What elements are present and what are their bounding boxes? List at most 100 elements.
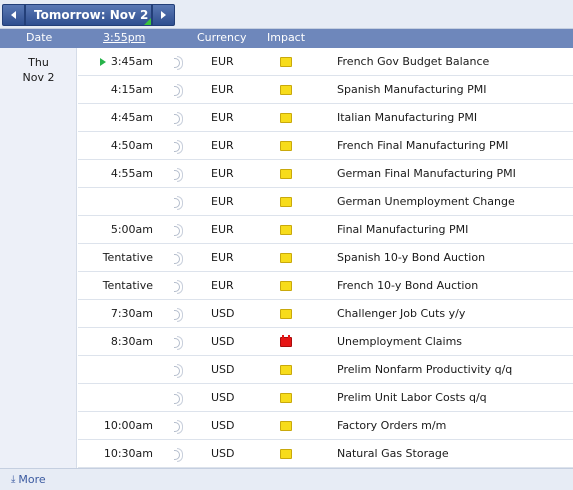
low-impact-folder-icon <box>280 169 292 179</box>
table-row[interactable]: 8:30am USD Unemployment Claims <box>78 328 573 356</box>
sound-icon[interactable] <box>174 84 184 98</box>
event-currency: USD <box>211 447 235 460</box>
sound-icon[interactable] <box>174 112 184 126</box>
event-currency: EUR <box>211 139 234 152</box>
impact-cell[interactable] <box>280 421 292 431</box>
event-title[interactable]: Unemployment Claims <box>337 335 462 348</box>
table-row[interactable]: Tentative EUR French 10-y Bond Auction <box>78 272 573 300</box>
sound-icon[interactable] <box>174 140 184 154</box>
event-title[interactable]: Prelim Unit Labor Costs q/q <box>337 391 487 404</box>
low-impact-folder-icon <box>280 281 292 291</box>
table-row[interactable]: 4:50am EUR French Final Manufacturing PMI <box>78 132 573 160</box>
impact-cell[interactable] <box>280 113 292 123</box>
table-row[interactable]: 4:15am EUR Spanish Manufacturing PMI <box>78 76 573 104</box>
impact-cell[interactable] <box>280 141 292 151</box>
table-row[interactable]: 7:30am USD Challenger Job Cuts y/y <box>78 300 573 328</box>
table-row[interactable]: 3:45am EUR French Gov Budget Balance <box>78 48 573 76</box>
event-time: 10:30am <box>103 447 153 460</box>
event-currency: EUR <box>211 279 234 292</box>
sound-icon[interactable] <box>174 448 184 462</box>
impact-cell[interactable] <box>280 169 292 179</box>
next-day-button[interactable] <box>152 4 175 26</box>
sound-wave-icon <box>174 56 183 70</box>
sound-icon[interactable] <box>174 56 184 70</box>
sound-wave-icon <box>174 168 183 182</box>
sound-wave-icon <box>174 252 183 266</box>
sound-icon[interactable] <box>174 252 184 266</box>
table-row[interactable]: 4:45am EUR Italian Manufacturing PMI <box>78 104 573 132</box>
impact-cell[interactable] <box>280 225 292 235</box>
sound-icon[interactable] <box>174 336 184 350</box>
impact-cell[interactable] <box>280 57 292 67</box>
sound-wave-icon <box>174 392 183 406</box>
event-title[interactable]: French Gov Budget Balance <box>337 55 489 68</box>
sound-icon[interactable] <box>174 224 184 238</box>
low-impact-folder-icon <box>280 309 292 319</box>
event-currency: EUR <box>211 195 234 208</box>
day-title: Tomorrow: Nov 2 <box>34 8 149 22</box>
sound-icon[interactable] <box>174 196 184 210</box>
sound-icon[interactable] <box>174 420 184 434</box>
low-impact-folder-icon <box>280 393 292 403</box>
event-title[interactable]: Italian Manufacturing PMI <box>337 111 477 124</box>
impact-cell[interactable] <box>280 393 292 403</box>
event-currency: EUR <box>211 111 234 124</box>
table-row[interactable]: 10:30am USD Natural Gas Storage <box>78 440 573 468</box>
event-time: 5:00am <box>110 223 153 236</box>
sound-icon[interactable] <box>174 392 184 406</box>
impact-cell[interactable] <box>280 335 292 347</box>
event-title[interactable]: Prelim Nonfarm Productivity q/q <box>337 363 512 376</box>
event-title[interactable]: Factory Orders m/m <box>337 419 446 432</box>
impact-cell[interactable] <box>280 365 292 375</box>
event-title[interactable]: Natural Gas Storage <box>337 447 449 460</box>
table-row[interactable]: EUR German Unemployment Change <box>78 188 573 216</box>
sound-wave-icon <box>174 308 183 322</box>
low-impact-folder-icon <box>280 421 292 431</box>
impact-cell[interactable] <box>280 281 292 291</box>
impact-cell[interactable] <box>280 85 292 95</box>
low-impact-folder-icon <box>280 197 292 207</box>
event-title[interactable]: French Final Manufacturing PMI <box>337 139 508 152</box>
event-time: 3:45am <box>110 55 153 68</box>
column-header: Date 3:55pm Currency Impact <box>0 29 573 48</box>
event-currency: EUR <box>211 55 234 68</box>
event-currency: EUR <box>211 83 234 96</box>
event-time: 8:30am <box>110 335 153 348</box>
high-impact-folder-icon <box>280 335 292 347</box>
column-impact: Impact <box>267 31 306 44</box>
column-time-link[interactable]: 3:55pm <box>103 31 145 44</box>
event-currency: EUR <box>211 223 234 236</box>
event-currency: USD <box>211 363 235 376</box>
event-currency: USD <box>211 391 235 404</box>
event-time: 10:00am <box>103 419 153 432</box>
sound-icon[interactable] <box>174 364 184 378</box>
impact-cell[interactable] <box>280 309 292 319</box>
more-link[interactable]: ⤓ More <box>11 473 46 486</box>
day-title-button[interactable]: Tomorrow: Nov 2 <box>25 4 152 26</box>
table-row[interactable]: 4:55am EUR German Final Manufacturing PMI <box>78 160 573 188</box>
table-row[interactable]: 5:00am EUR Final Manufacturing PMI <box>78 216 573 244</box>
table-row[interactable]: Tentative EUR Spanish 10-y Bond Auction <box>78 244 573 272</box>
impact-cell[interactable] <box>280 449 292 459</box>
table-row[interactable]: USD Prelim Unit Labor Costs q/q <box>78 384 573 412</box>
sound-icon[interactable] <box>174 308 184 322</box>
table-row[interactable]: USD Prelim Nonfarm Productivity q/q <box>78 356 573 384</box>
event-title[interactable]: Final Manufacturing PMI <box>337 223 468 236</box>
sound-icon[interactable] <box>174 168 184 182</box>
table-row[interactable]: 10:00am USD Factory Orders m/m <box>78 412 573 440</box>
event-title[interactable]: Challenger Job Cuts y/y <box>337 307 465 320</box>
event-title[interactable]: Spanish Manufacturing PMI <box>337 83 486 96</box>
impact-cell[interactable] <box>280 253 292 263</box>
low-impact-folder-icon <box>280 141 292 151</box>
sound-wave-icon <box>174 112 183 126</box>
event-title[interactable]: Spanish 10-y Bond Auction <box>337 251 485 264</box>
event-title[interactable]: German Final Manufacturing PMI <box>337 167 516 180</box>
event-title[interactable]: French 10-y Bond Auction <box>337 279 478 292</box>
sound-icon[interactable] <box>174 280 184 294</box>
event-title[interactable]: German Unemployment Change <box>337 195 515 208</box>
prev-day-button[interactable] <box>2 4 25 26</box>
day-column: Thu Nov 2 <box>0 48 77 468</box>
impact-cell[interactable] <box>280 197 292 207</box>
event-currency: EUR <box>211 251 234 264</box>
day-date: Nov 2 <box>22 71 55 84</box>
